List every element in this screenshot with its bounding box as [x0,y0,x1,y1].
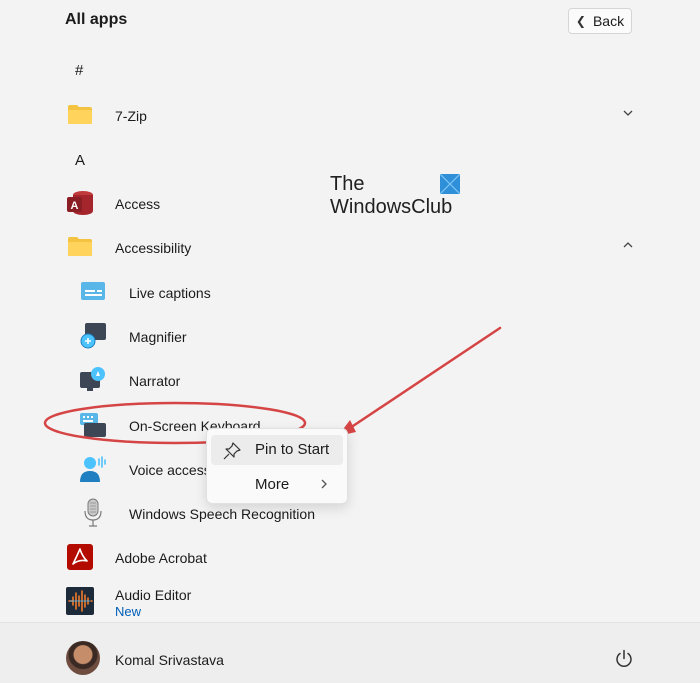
app-label: Accessibility [115,240,192,256]
live-captions-icon [81,282,105,300]
pin-label: Pin to Start [255,441,330,458]
app-label: Adobe Acrobat [115,550,207,566]
microphone-icon [84,498,102,527]
app-item-live-captions[interactable]: Live captions [0,272,660,312]
access-icon: A [67,191,93,215]
back-label: Back [592,13,625,29]
pin-icon [223,442,241,460]
app-item-adobe-acrobat[interactable]: Adobe Acrobat [0,537,660,577]
user-name[interactable]: Komal Srivastava [115,652,224,668]
pin-to-start-menu-item[interactable]: Pin to Start [211,435,343,465]
app-item-narrator[interactable]: Narrator [0,360,660,400]
svg-text:A: A [71,200,79,212]
app-item-audio-editor[interactable]: Audio Editor New [0,582,660,622]
app-label: Live captions [129,285,211,301]
chevron-left-icon: ❮ [575,14,586,28]
new-badge: New [115,604,142,619]
app-folder-accessibility[interactable]: Accessibility [0,227,660,267]
thewindowsclub-logo: The WindowsClub [330,172,470,222]
power-icon[interactable] [614,649,634,669]
adobe-acrobat-icon [67,544,93,570]
more-label: More [255,476,290,493]
keyboard-icon [80,413,106,437]
folder-icon [68,237,92,256]
app-label: Narrator [129,373,181,389]
folder-icon [68,105,92,124]
chevron-down-icon[interactable] [622,107,634,119]
app-label: Access [115,196,161,212]
audio-editor-icon [66,587,94,615]
context-menu: Pin to Start More [206,428,348,504]
logo-line-2: WindowsClub [330,196,453,218]
app-label: Audio Editor [115,587,192,603]
group-header-hash[interactable]: # [75,62,83,79]
group-header-a[interactable]: A [75,152,85,169]
app-label: Voice access [129,462,211,478]
more-menu-item[interactable]: More [211,470,343,500]
windows-logo-icon [440,174,460,194]
voice-access-icon [80,456,106,482]
app-item-magnifier[interactable]: Magnifier [0,316,660,356]
app-label: Magnifier [129,329,187,345]
app-label: 7-Zip [115,108,147,124]
start-footer: Komal Srivastava [0,622,700,683]
magnifier-icon [80,323,106,349]
chevron-up-icon[interactable] [622,239,634,251]
avatar[interactable] [66,641,100,675]
narrator-icon [80,367,105,391]
app-item-7zip[interactable]: 7-Zip [0,95,660,135]
app-label: Windows Speech Recognition [129,506,315,522]
chevron-right-icon [321,479,327,489]
back-button[interactable]: ❮ Back [568,8,632,34]
logo-line-1: The [330,173,365,195]
all-apps-title: All apps [65,11,128,28]
